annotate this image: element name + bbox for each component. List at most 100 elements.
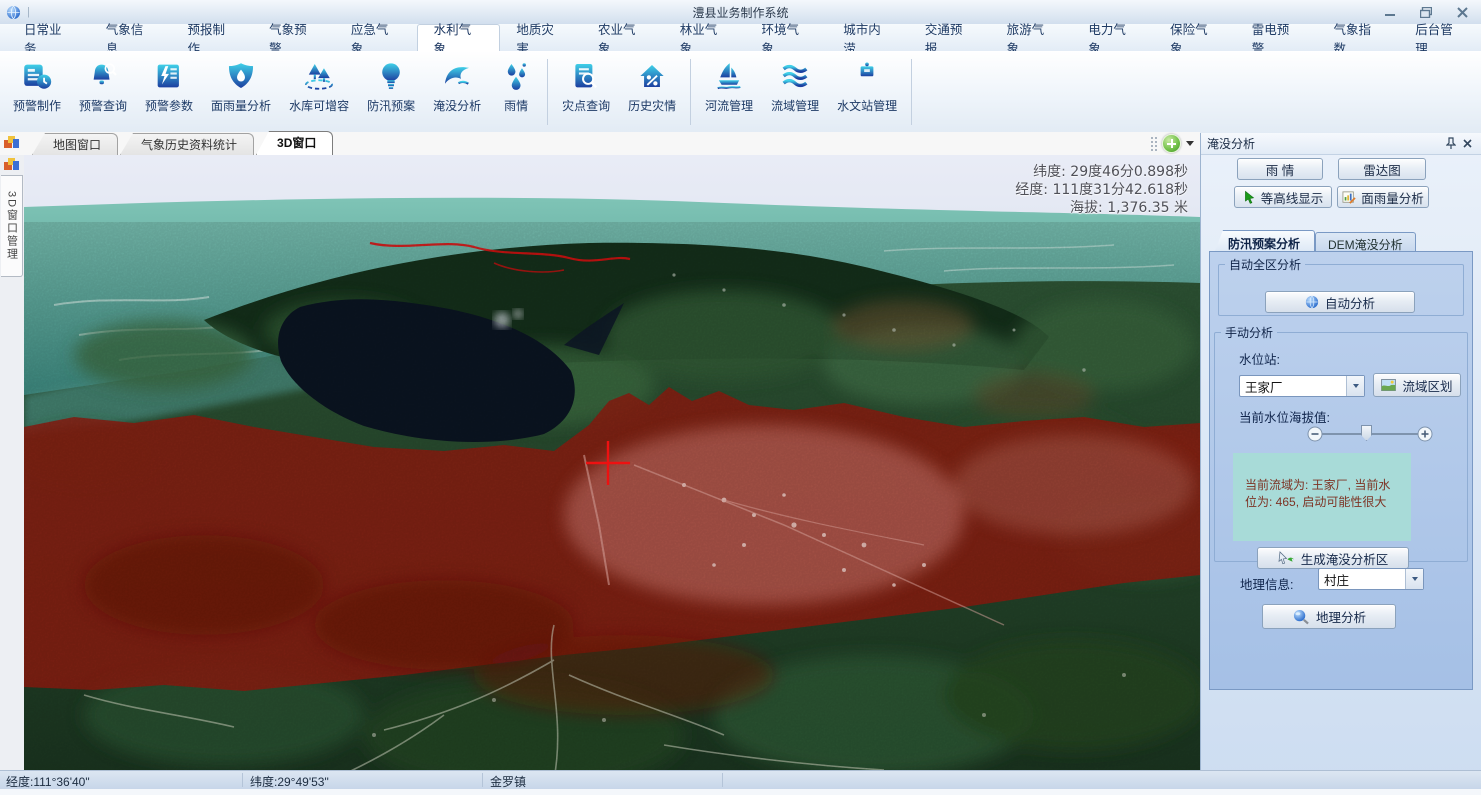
- geo-analyze-button-label: 地理分析: [1316, 607, 1366, 626]
- area-rain-analysis-button[interactable]: 面雨量分析: [1337, 186, 1429, 208]
- menu-item-water-weather[interactable]: 水利气象: [417, 24, 501, 51]
- generate-flood-zone-button-label: 生成淹没分析区: [1301, 549, 1389, 568]
- toolbar-label: 灾点查询: [562, 97, 610, 114]
- window-layout-icon: [3, 157, 20, 172]
- status-bar: 经度:111°36'40" 纬度:29°49'53" 金罗镇: [0, 770, 1481, 789]
- panel-title: 淹没分析: [1207, 135, 1255, 152]
- reservoir-capacity-icon: [302, 59, 336, 93]
- station-select[interactable]: 王家厂: [1239, 375, 1365, 397]
- disaster-history-icon: [635, 59, 669, 93]
- menu-item-lightning-warning[interactable]: 雷电预警: [1236, 24, 1318, 51]
- geo-analyze-button[interactable]: 地理分析: [1262, 604, 1396, 629]
- basin-map-icon: [1381, 379, 1396, 391]
- basin-zoning-button[interactable]: 流域区划: [1373, 373, 1461, 397]
- menu-item-power-weather[interactable]: 电力气象: [1072, 24, 1154, 51]
- menu-item-agri-weather[interactable]: 农业气象: [582, 24, 664, 51]
- toolbar-label: 流域管理: [771, 97, 819, 114]
- slider-minus-button[interactable]: [1307, 426, 1323, 442]
- globe-icon: [1305, 295, 1319, 309]
- manual-analysis-group: 手动分析 水位站: 王家厂 流域区划 当前水位海拔值:: [1214, 324, 1468, 562]
- toolbar-item-disaster-history[interactable]: 历史灾情: [619, 56, 685, 117]
- flood-plan-icon: [374, 59, 408, 93]
- flood-analysis-icon: [440, 59, 474, 93]
- station-label: 水位站:: [1239, 349, 1280, 368]
- contour-display-button[interactable]: 等高线显示: [1234, 186, 1332, 208]
- hydro-station-icon: [850, 59, 884, 93]
- app-window: | 澧县业务制作系统 日常业务 气象信息 预报制作 气象预警 应急气象 水利气象…: [0, 0, 1481, 795]
- menu-item-forest-weather[interactable]: 林业气象: [664, 24, 746, 51]
- toolbar-item-warning-params[interactable]: 预警参数: [136, 56, 202, 117]
- add-tab-button[interactable]: [1162, 134, 1181, 153]
- toolbar-label: 历史灾情: [628, 97, 676, 114]
- toolbar-label: 面雨量分析: [211, 97, 271, 114]
- generate-cursor-icon: [1278, 551, 1295, 565]
- menu-item-urban-flood[interactable]: 城市内涝: [827, 24, 909, 51]
- panel-close-icon[interactable]: [1459, 137, 1475, 151]
- terrain-3d-scene: [24, 155, 1200, 779]
- window-layout-icon: [3, 135, 20, 150]
- tab-3d-window[interactable]: 3D窗口: [256, 131, 333, 155]
- generate-flood-zone-button[interactable]: 生成淹没分析区: [1257, 547, 1409, 569]
- menu-item-daily-business[interactable]: 日常业务: [8, 24, 90, 51]
- toolbar-item-area-rain[interactable]: 面雨量分析: [202, 56, 280, 117]
- menu-item-tourism-weather[interactable]: 旅游气象: [991, 24, 1073, 51]
- menu-item-geo-disaster[interactable]: 地质灾害: [500, 24, 582, 51]
- map-3d-viewport[interactable]: 纬度: 29度46分0.898秒 经度: 111度31分42.618秒 海拔: …: [24, 155, 1200, 779]
- radar-image-button[interactable]: 雷达图: [1338, 158, 1426, 180]
- disaster-query-icon: [569, 59, 603, 93]
- menu-item-weather-info[interactable]: 气象信息: [90, 24, 172, 51]
- toolbar-label: 水文站管理: [837, 97, 897, 114]
- tab-3d-window-manager[interactable]: 3D窗口管理: [1, 175, 23, 277]
- menu-item-forecast-make[interactable]: 预报制作: [171, 24, 253, 51]
- toolbar-item-hydro-station[interactable]: 水文站管理: [828, 56, 906, 117]
- menu-item-admin[interactable]: 后台管理: [1399, 24, 1481, 51]
- geo-info-label: 地理信息:: [1240, 574, 1293, 593]
- menu-item-emergency[interactable]: 应急气象: [335, 24, 417, 51]
- toolbar-item-basin-mgmt[interactable]: 流域管理: [762, 56, 828, 117]
- toolbar-item-river-mgmt[interactable]: 河流管理: [696, 56, 762, 117]
- toolbar-item-reservoir-capacity[interactable]: 水库可增容: [280, 56, 358, 117]
- auto-analysis-group: 自动全区分析 自动分析: [1218, 256, 1464, 316]
- station-select-value: 王家厂: [1240, 377, 1346, 396]
- menu-item-insurance-weather[interactable]: 保险气象: [1154, 24, 1236, 51]
- toolbar-item-flood-plan[interactable]: 防汛预案: [358, 56, 424, 117]
- manual-analysis-group-title: 手动分析: [1221, 324, 1277, 341]
- tab-list-dropdown-icon[interactable]: [1186, 141, 1194, 146]
- toolbar-item-warning-query[interactable]: 预警查询: [70, 56, 136, 117]
- pin-icon[interactable]: [1443, 137, 1459, 151]
- toolbar-label: 水库可增容: [289, 97, 349, 114]
- chevron-down-icon[interactable]: [1346, 376, 1364, 396]
- slider-thumb[interactable]: [1361, 425, 1372, 441]
- auto-analyze-button-label: 自动分析: [1325, 293, 1375, 312]
- menu-item-traffic-forecast[interactable]: 交通预报: [909, 24, 991, 51]
- rain-info-button-label: 雨 情: [1266, 160, 1294, 179]
- status-longitude: 经度:111°36'40": [6, 773, 90, 790]
- area-rain-analysis-button-label: 面雨量分析: [1361, 188, 1424, 207]
- tab-map-window[interactable]: 地图窗口: [32, 133, 118, 155]
- slider-plus-button[interactable]: [1417, 426, 1433, 442]
- menu-item-env-weather[interactable]: 环境气象: [745, 24, 827, 51]
- rain-info-icon: [499, 59, 533, 93]
- water-level-slider[interactable]: [1307, 425, 1433, 443]
- toolbar-item-rain-info[interactable]: 雨情: [490, 56, 542, 117]
- main-menu: 日常业务 气象信息 预报制作 气象预警 应急气象 水利气象 地质灾害 农业气象 …: [0, 24, 1481, 52]
- overlay-longitude: 经度: 111度31分42.618秒: [1015, 181, 1188, 199]
- status-latitude: 纬度:29°49'53": [250, 773, 329, 790]
- geo-info-select[interactable]: 村庄: [1318, 568, 1424, 590]
- toolbar-label: 雨情: [504, 97, 528, 114]
- basin-mgmt-icon: [778, 59, 812, 93]
- toolbar-separator: [911, 59, 912, 125]
- left-dock-strip: 3D窗口管理: [0, 155, 25, 770]
- status-town: 金罗镇: [490, 773, 526, 790]
- tab-weather-history-stats[interactable]: 气象历史资料统计: [120, 133, 254, 155]
- rain-info-button[interactable]: 雨 情: [1237, 158, 1323, 180]
- auto-analyze-button[interactable]: 自动分析: [1265, 291, 1415, 313]
- toolbar-item-disaster-query[interactable]: 灾点查询: [553, 56, 619, 117]
- toolbar-label: 防汛预案: [367, 97, 415, 114]
- menu-item-weather-index[interactable]: 气象指数: [1318, 24, 1400, 51]
- toolbar-item-flood-analysis[interactable]: 淹没分析: [424, 56, 490, 117]
- chevron-down-icon[interactable]: [1405, 569, 1423, 589]
- toolbar-item-warning-make[interactable]: 预警制作: [4, 56, 70, 117]
- menu-item-weather-warning[interactable]: 气象预警: [253, 24, 335, 51]
- toolbar-label: 淹没分析: [433, 97, 481, 114]
